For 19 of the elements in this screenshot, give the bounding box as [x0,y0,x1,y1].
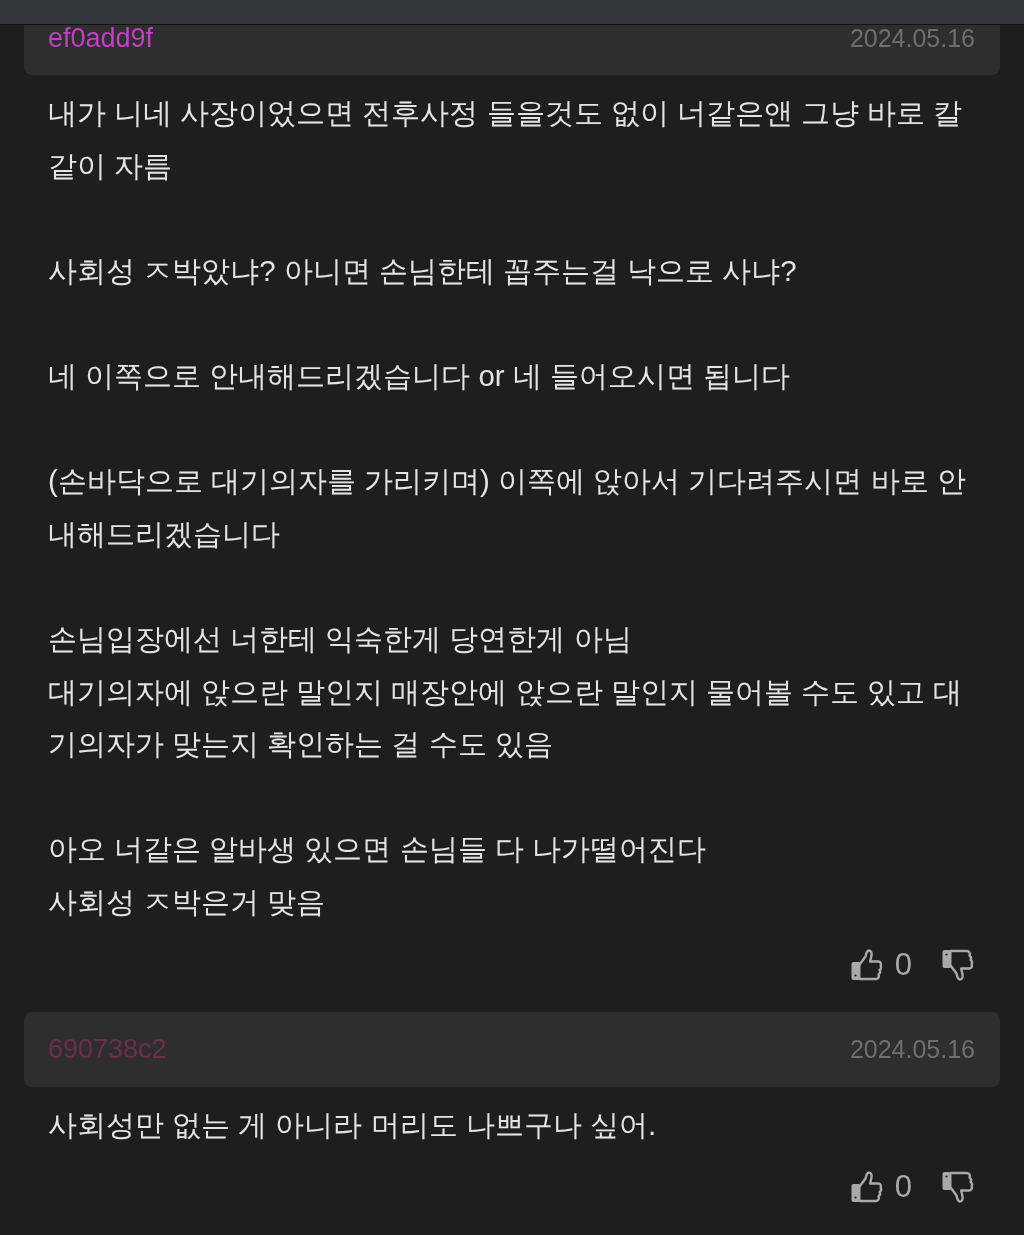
comment-date: 2024.05.16 [849,25,975,52]
comment-text: 대기의자에 앉으란 말인지 매장안에 앉으란 말인지 물어볼 수도 있고 대기의자가 맞는지 확인하는 걸 수도 있음 [48,673,964,763]
comment-text: 사회성 ㅈ박았냐? 아니면 손님한테 꼽주는걸 낙으로 사냐? [48,252,798,289]
dislike-button[interactable] [942,1170,974,1205]
comment-date: 2024.05.16 [849,1034,975,1064]
like-button[interactable]: 0 [850,1170,912,1205]
like-button[interactable]: 0 [850,947,912,982]
dislike-button[interactable] [942,947,974,982]
thumbs-up-icon [850,1170,883,1205]
comment-text: 내가 니네 사장이었으면 전후사정 들을것도 없이 너같은앤 그냥 바로 칼같이 자름 [48,95,964,184]
comment-text: 사회성 ㅈ박은거 맞음 [48,883,327,920]
comment-text: 아오 너같은 알바생 있으면 손님들 다 나가떨어진다 [48,831,707,868]
thumbs-down-icon [942,947,974,982]
comment-text: 네 이쪽으로 안내해드리겠습니다 or 네 들어오시면 됩니다 [48,357,792,394]
comment-text: 손님입장에선 너한테 익숙한게 당연한게 아님 [48,620,633,657]
thumbs-down-icon [942,1170,974,1205]
comment-text: (손바닥으로 대기의자를 가리키며) 이쪽에 앉아서 기다려주시면 바로 안내해드리겠습니다 [48,463,967,552]
comment-text: 사회성만 없는 게 아니라 머리도 나쁘구나 싶어. [48,1106,658,1143]
thumbs-up-icon [850,947,883,982]
